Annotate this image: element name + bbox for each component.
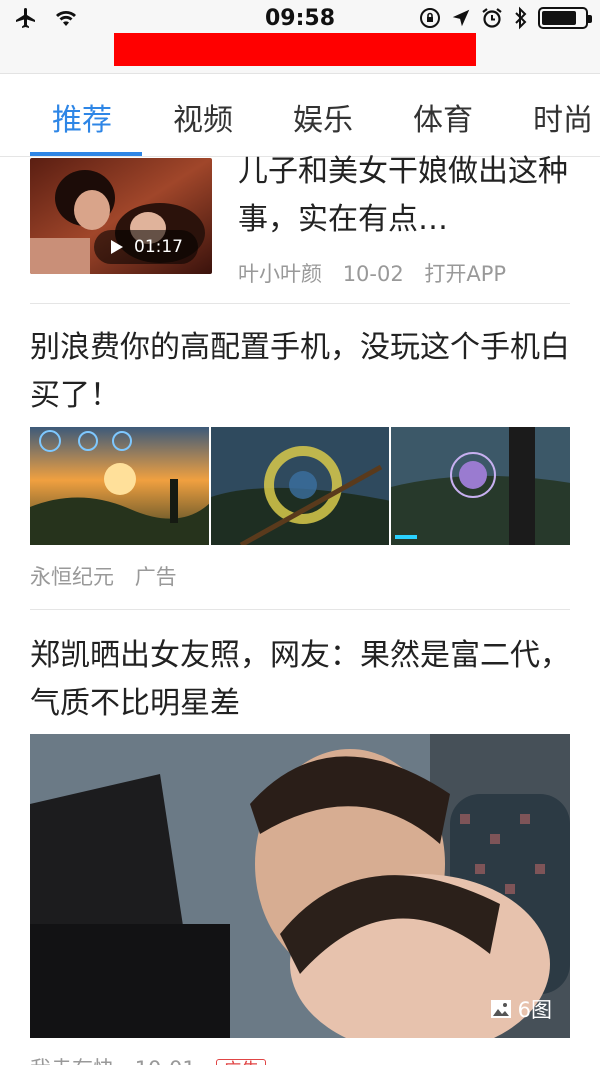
status-right — [418, 6, 592, 30]
alarm-icon — [482, 8, 502, 28]
item2-meta: 永恒纪元 广告 — [30, 561, 191, 591]
divider — [30, 303, 570, 304]
item1-date: 10-02 — [342, 262, 404, 286]
item3-title[interactable]: 郑凯晒出女友照，网友：果然是富二代，气质不比明星差 — [30, 632, 575, 728]
active-tab-indicator — [30, 152, 142, 156]
bluetooth-icon — [515, 6, 527, 30]
tab-fashion[interactable]: 时尚 — [533, 95, 593, 139]
item2-image-3[interactable] — [391, 427, 571, 545]
item1-meta: 叶小叶颜 10-02 打开APP — [238, 258, 520, 288]
battery-icon — [538, 7, 592, 29]
location-icon — [452, 9, 470, 27]
item2-image-strip[interactable] — [30, 427, 571, 545]
video-thumbnail[interactable]: 01:17 — [30, 158, 212, 274]
video-duration: 01:17 — [134, 237, 183, 257]
play-button[interactable]: 01:17 — [94, 230, 198, 264]
item2-source[interactable]: 永恒纪元 — [30, 565, 114, 589]
item2-title[interactable]: 别浪费你的高配置手机，没玩这个手机白买了！ — [30, 324, 575, 420]
item1-source[interactable]: 叶小叶颜 — [238, 262, 322, 286]
tab-sports[interactable]: 体育 — [413, 95, 473, 139]
item2-ad-label: 广告 — [134, 565, 177, 589]
item3-date: 10-01 — [135, 1057, 196, 1065]
divider — [30, 609, 570, 610]
item3-meta: 我走有快 10-01 广告 — [30, 1053, 280, 1065]
item3-source[interactable]: 我走有快 — [30, 1057, 114, 1065]
open-app-link[interactable]: 打开APP — [424, 262, 506, 286]
redacted-bar — [114, 33, 476, 66]
item2-image-2[interactable] — [210, 427, 390, 545]
image-gallery-icon — [490, 1000, 511, 1018]
photo-count: 6图 — [517, 998, 552, 1022]
tab-recommend[interactable]: 推荐 — [52, 95, 112, 139]
category-tabs: 推荐 视频 娱乐 体育 时尚 — [0, 75, 600, 157]
photo-count-badge: 6图 — [490, 994, 552, 1024]
item3-ad-tag: 广告 — [216, 1059, 267, 1065]
item2-image-1[interactable] — [30, 427, 209, 545]
tab-video[interactable]: 视频 — [173, 95, 233, 139]
play-icon — [111, 240, 123, 254]
orientation-lock-icon — [420, 8, 440, 28]
item1-title[interactable]: 儿子和美女干娘做出这种事，实在有点… — [238, 148, 578, 244]
item3-image[interactable]: 6图 — [30, 734, 570, 1038]
tab-entertainment[interactable]: 娱乐 — [293, 95, 353, 139]
